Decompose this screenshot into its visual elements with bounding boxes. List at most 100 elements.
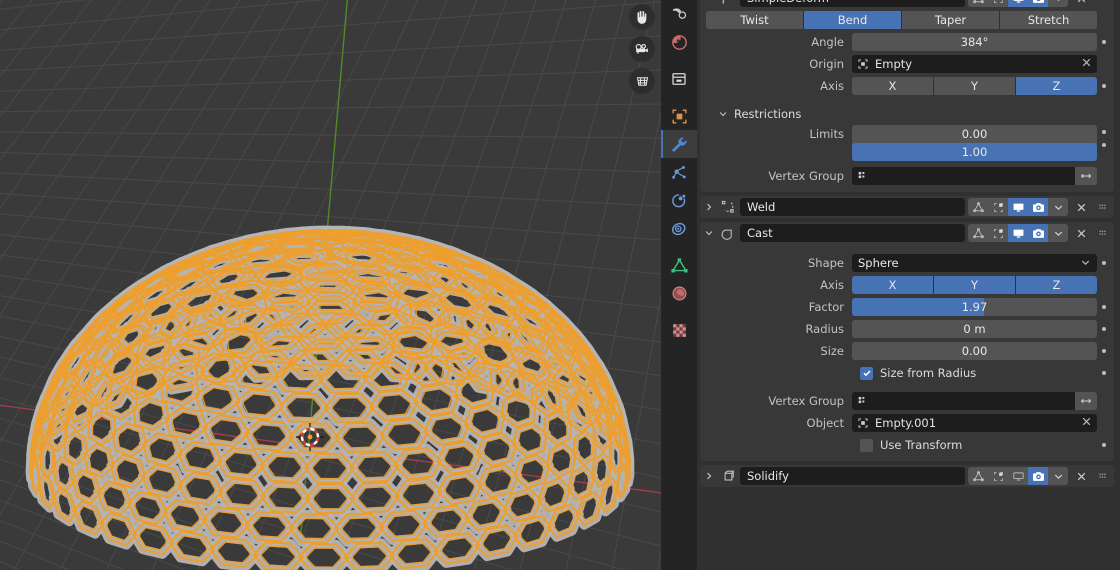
render-toggle[interactable] [1028,224,1048,242]
sidebar-item-tool[interactable] [661,0,697,28]
modifier-name-field[interactable]: Cast [740,224,965,242]
delete-modifier-button[interactable] [1071,467,1091,485]
extras-dropdown-button[interactable] [1048,224,1068,242]
size-from-radius-animate-decorator[interactable] [1097,371,1110,375]
angle-animate-decorator[interactable] [1097,40,1110,44]
chevron-right-icon[interactable] [702,469,716,483]
move-view-hand-icon[interactable] [629,4,655,30]
realtime-toggle[interactable] [1008,467,1028,485]
deform-mode-toggle[interactable]: Twist Bend Taper Stretch [706,11,1097,29]
origin-object-field[interactable]: Empty [852,55,1097,73]
invert-vertex-group-button[interactable] [1075,392,1097,410]
size-from-radius-checkbox[interactable] [860,366,873,380]
limits-low-field[interactable]: 0.00 [852,125,1097,143]
cast-shape-select[interactable]: Sphere [852,254,1097,272]
modifier-header-simpledeform[interactable]: SimpleDeform [700,0,1114,9]
cast-axis-x[interactable]: X [852,276,934,294]
drag-handle[interactable] [1094,0,1110,7]
cast-object-field[interactable]: Empty.001 [852,414,1097,432]
3d-viewport[interactable] [0,0,661,570]
modifier-display-toggles [968,224,1068,242]
cast-factor-animate-decorator[interactable] [1097,305,1110,309]
modifier-header-cast[interactable]: Cast [700,222,1114,244]
edit-mode-cage-toggle[interactable] [968,224,988,242]
deform-axis-toggle[interactable]: X Y Z [852,77,1097,95]
render-toggle[interactable] [1028,198,1048,216]
cast-radius-field[interactable]: 0 m [852,320,1097,338]
edit-mode-toggle[interactable] [988,0,1008,7]
realtime-toggle[interactable] [1008,198,1028,216]
limits-low-animate-decorator[interactable] [1097,125,1110,138]
chevron-down-icon[interactable] [702,226,716,240]
realtime-toggle[interactable] [1008,0,1028,7]
drag-handle[interactable] [1094,198,1110,216]
modifier-name-field[interactable]: Weld [740,198,965,216]
sidebar-item-modifier[interactable] [661,130,697,158]
cast-axis-z[interactable]: Z [1016,276,1097,294]
clear-cast-object-button[interactable] [1081,416,1092,430]
use-transform-checkbox[interactable] [860,438,873,452]
use-transform-animate-decorator[interactable] [1097,443,1110,447]
delete-modifier-button[interactable] [1071,0,1091,7]
sidebar-item-output[interactable] [661,65,697,93]
sidebar-item-render[interactable] [661,28,697,56]
edit-mode-cage-toggle[interactable] [968,467,988,485]
toggle-perspective-ortho-icon[interactable] [629,68,655,94]
extras-dropdown-button[interactable] [1048,0,1068,7]
deform-vertex-group-field[interactable] [852,167,1075,185]
restrictions-subpanel-header[interactable]: Restrictions [700,103,1114,125]
mode-option-stretch[interactable]: Stretch [1000,11,1097,29]
sidebar-item-material[interactable] [661,279,697,307]
drag-handle[interactable] [1094,467,1110,485]
chevron-down-icon[interactable] [702,0,716,5]
sidebar-item-physics[interactable] [661,186,697,214]
sidebar-item-data[interactable] [661,251,697,279]
sidebar-item-constraints[interactable] [661,214,697,242]
edit-mode-cage-toggle[interactable] [968,0,988,7]
deform-vertex-group-label: Vertex Group [768,169,844,183]
edit-mode-toggle[interactable] [988,467,1008,485]
delete-modifier-button[interactable] [1071,224,1091,242]
deform-axis-z[interactable]: Z [1016,77,1097,95]
camera-view-icon[interactable] [629,36,655,62]
render-toggle[interactable] [1028,467,1048,485]
edit-mode-toggle[interactable] [988,224,1008,242]
edit-mode-toggle[interactable] [988,198,1008,216]
cast-size-field[interactable]: 0.00 [852,342,1097,360]
vertex-group-icon [858,396,865,404]
sidebar-item-texture[interactable] [661,316,697,344]
angle-value-field[interactable]: 384° [852,33,1097,51]
cast-size-animate-decorator[interactable] [1097,349,1110,353]
extras-dropdown-button[interactable] [1048,467,1068,485]
modifier-header-solidify[interactable]: Solidify [700,465,1114,487]
cast-vertex-group-field[interactable] [852,392,1075,410]
chevron-right-icon[interactable] [702,200,716,214]
sidebar-item-particles[interactable] [661,158,697,186]
deform-axis-y[interactable]: Y [934,77,1016,95]
modifier-name-field[interactable]: Solidify [740,467,965,485]
modifier-header-weld[interactable]: Weld [700,196,1114,218]
realtime-toggle[interactable] [1008,224,1028,242]
cast-axis-y[interactable]: Y [934,276,1016,294]
invert-vertex-group-button[interactable] [1075,167,1097,185]
delete-modifier-button[interactable] [1071,198,1091,216]
cast-axis-toggle[interactable]: X Y Z [852,276,1097,294]
honeycomb-sphere-object[interactable] [0,0,661,570]
cast-shape-animate-decorator[interactable] [1097,261,1110,265]
limits-high-field[interactable]: 1.00 [852,143,1097,161]
edit-mode-cage-toggle[interactable] [968,198,988,216]
deform-axis-x[interactable]: X [852,77,934,95]
cast-radius-animate-decorator[interactable] [1097,327,1110,331]
limits-high-animate-decorator[interactable] [1097,138,1110,151]
mode-option-twist[interactable]: Twist [706,11,804,29]
deform-axis-animate-decorator[interactable] [1097,84,1110,88]
extras-dropdown-button[interactable] [1048,198,1068,216]
sidebar-item-object[interactable] [661,102,697,130]
mode-option-taper[interactable]: Taper [902,11,1000,29]
mode-option-bend[interactable]: Bend [804,11,902,29]
drag-handle[interactable] [1094,224,1110,242]
cast-factor-slider[interactable]: 1.97 [852,298,1097,316]
modifier-name-field[interactable]: SimpleDeform [740,0,965,7]
clear-origin-button[interactable] [1081,57,1092,71]
render-toggle[interactable] [1028,0,1048,7]
